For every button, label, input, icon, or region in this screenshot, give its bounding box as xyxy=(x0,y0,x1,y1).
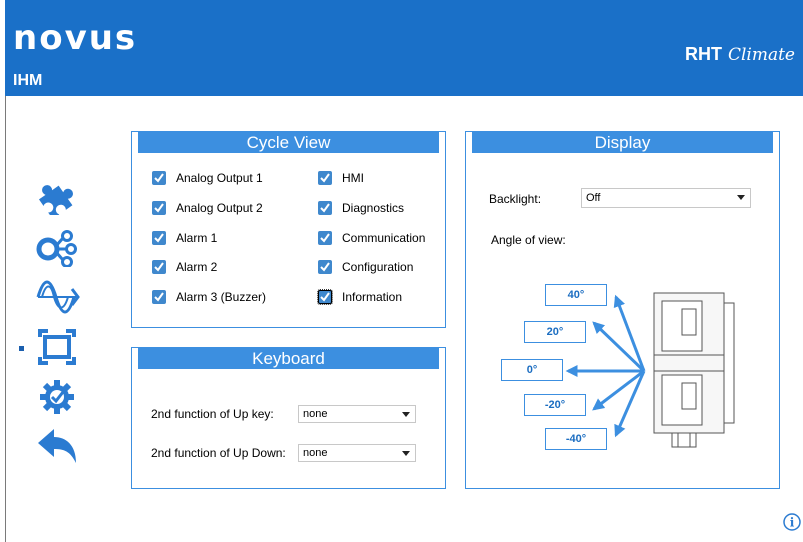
up-key-select[interactable]: none xyxy=(298,405,416,423)
checkbox-checked-icon xyxy=(318,201,332,215)
alarm-1-checkbox[interactable]: Alarm 1 xyxy=(152,229,217,247)
hmi-checkbox[interactable]: HMI xyxy=(318,169,364,187)
checkbox-label: Analog Output 1 xyxy=(176,171,263,185)
up-down-value: none xyxy=(303,447,328,459)
cycle-view-panel: Cycle View Analog Output 1 Analog Output… xyxy=(131,131,446,328)
info-icon[interactable]: i xyxy=(783,513,801,531)
angle-40-label: 40° xyxy=(545,284,607,306)
backlight-select[interactable]: Off xyxy=(581,188,751,208)
display-panel: Display Backlight: Off Angle of view: 40… xyxy=(465,131,780,489)
chevron-down-icon xyxy=(737,195,745,200)
analog-output-2-checkbox[interactable]: Analog Output 2 xyxy=(152,199,263,217)
app-header: novus IHM RHT Climate xyxy=(5,0,803,96)
communication-checkbox[interactable]: Communication xyxy=(318,229,425,247)
alarm-2-checkbox[interactable]: Alarm 2 xyxy=(152,258,217,276)
checkbox-checked-icon xyxy=(152,260,166,274)
checkbox-checked-icon xyxy=(318,171,332,185)
puzzle-icon[interactable] xyxy=(34,175,80,215)
checkbox-label: HMI xyxy=(342,171,364,185)
novus-logo: novus xyxy=(13,18,138,58)
share-nodes-icon[interactable] xyxy=(34,227,80,267)
sidebar xyxy=(0,170,100,470)
checkbox-label: Alarm 2 xyxy=(176,260,218,274)
configuration-checkbox[interactable]: Configuration xyxy=(318,258,413,276)
sine-wave-icon[interactable] xyxy=(34,277,80,317)
checkbox-label: Configuration xyxy=(342,260,414,274)
up-key-label: 2nd function of Up key: xyxy=(151,407,274,421)
checkbox-label: Diagnostics xyxy=(342,201,405,215)
checkbox-checked-icon xyxy=(318,231,332,245)
angle-of-view-label: Angle of view: xyxy=(491,233,566,247)
svg-text:i: i xyxy=(790,516,795,530)
analog-output-1-checkbox[interactable]: Analog Output 1 xyxy=(152,169,263,187)
product-script-name: Climate xyxy=(727,45,795,65)
checkbox-checked-icon xyxy=(318,260,332,274)
alarm-3-buzzer-checkbox[interactable]: Alarm 3 (Buzzer) xyxy=(152,288,266,306)
checkbox-checked-icon xyxy=(152,231,166,245)
checkbox-label: Communication xyxy=(342,231,426,245)
up-key-value: none xyxy=(303,408,328,420)
page-title: IHM xyxy=(13,72,43,89)
checkbox-label: Alarm 3 (Buzzer) xyxy=(176,290,267,304)
keyboard-title: Keyboard xyxy=(138,348,439,369)
back-arrow-icon[interactable] xyxy=(34,427,80,467)
display-frame-icon[interactable] xyxy=(34,327,80,367)
chevron-down-icon xyxy=(402,412,410,417)
product-name: RHT xyxy=(684,44,722,64)
display-title: Display xyxy=(472,132,773,153)
diagnostics-checkbox[interactable]: Diagnostics xyxy=(318,199,404,217)
gear-check-icon[interactable] xyxy=(34,377,80,417)
information-checkbox[interactable]: Information xyxy=(317,288,403,306)
angle-minus-40-label: -40° xyxy=(545,428,607,450)
chevron-down-icon xyxy=(402,451,410,456)
checkbox-checked-icon xyxy=(317,289,333,305)
backlight-value: Off xyxy=(586,192,601,204)
angle-0-label: 0° xyxy=(501,359,563,381)
cycle-view-title: Cycle View xyxy=(138,132,439,153)
selected-indicator xyxy=(19,346,24,351)
checkbox-checked-icon xyxy=(152,201,166,215)
checkbox-label: Alarm 1 xyxy=(176,231,218,245)
up-down-label: 2nd function of Up Down: xyxy=(151,446,286,460)
up-down-select[interactable]: none xyxy=(298,444,416,462)
checkbox-label: Analog Output 2 xyxy=(176,201,263,215)
angle-20-label: 20° xyxy=(524,321,586,343)
checkbox-checked-icon xyxy=(152,171,166,185)
checkbox-label: Information xyxy=(342,290,403,304)
keyboard-panel: Keyboard 2nd function of Up key: none 2n… xyxy=(131,347,446,489)
angle-minus-20-label: -20° xyxy=(524,394,586,416)
checkbox-checked-icon xyxy=(152,290,166,304)
device-illustration xyxy=(653,292,735,448)
backlight-label: Backlight: xyxy=(489,192,542,206)
product-brand: RHT Climate xyxy=(685,44,795,65)
